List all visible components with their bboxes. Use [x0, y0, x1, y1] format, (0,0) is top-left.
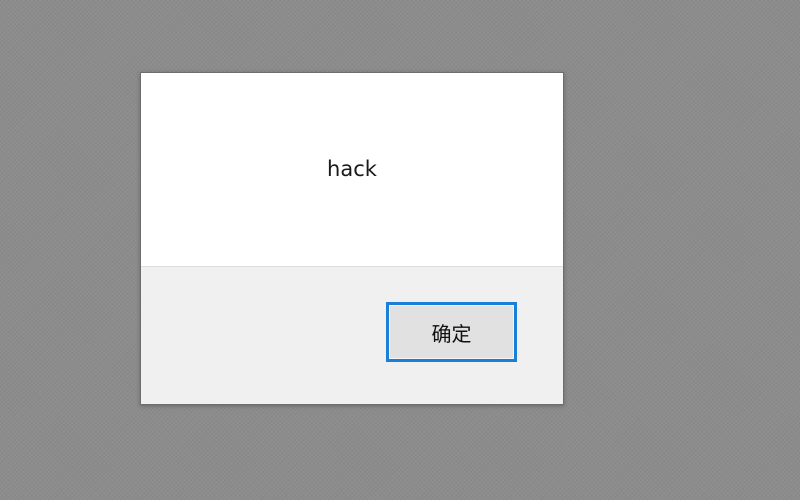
dialog-message: hack [327, 157, 377, 181]
dialog-button-area: 确定 [141, 267, 563, 404]
ok-button[interactable]: 确定 [386, 302, 517, 362]
page-backdrop: { "dialog": { "message": "hack", "ok_but… [0, 0, 800, 500]
dialog-message-area: hack [141, 73, 563, 267]
alert-dialog: hack 确定 [140, 72, 564, 405]
